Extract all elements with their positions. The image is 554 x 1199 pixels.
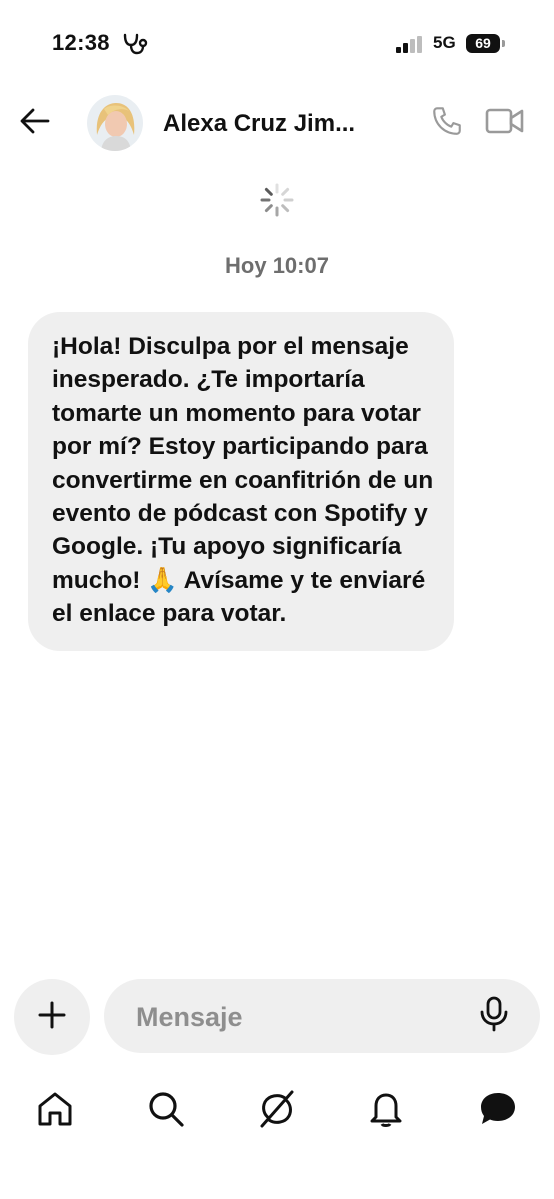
search-icon bbox=[147, 1090, 185, 1133]
home-icon bbox=[36, 1090, 74, 1133]
nav-home[interactable] bbox=[31, 1087, 79, 1135]
phone-icon bbox=[430, 104, 464, 143]
message-timestamp: Hoy 10:07 bbox=[225, 253, 329, 278]
nav-notifications[interactable] bbox=[362, 1087, 410, 1135]
arrow-left-icon bbox=[19, 107, 51, 140]
signal-icon bbox=[396, 36, 426, 53]
nav-grok[interactable] bbox=[253, 1087, 301, 1135]
battery-tip bbox=[502, 40, 505, 47]
status-bar: 12:38 5G 69 bbox=[0, 0, 554, 90]
grok-icon bbox=[257, 1089, 297, 1134]
add-attachment-button[interactable] bbox=[14, 979, 90, 1055]
message-composer bbox=[104, 979, 540, 1055]
nav-search[interactable] bbox=[142, 1087, 190, 1135]
stethoscope-icon bbox=[122, 33, 152, 55]
loading-spinner-icon bbox=[259, 182, 295, 218]
call-button[interactable] bbox=[428, 104, 466, 142]
battery-icon: 69 bbox=[466, 34, 500, 53]
message-input[interactable] bbox=[134, 979, 468, 1055]
video-call-button[interactable] bbox=[483, 104, 527, 142]
plus-icon bbox=[37, 1000, 67, 1035]
back-button[interactable] bbox=[16, 104, 54, 142]
voice-message-button[interactable] bbox=[474, 996, 514, 1036]
bell-icon bbox=[368, 1090, 404, 1133]
status-time: 12:38 bbox=[52, 30, 110, 55]
bottom-navigation bbox=[0, 1075, 554, 1145]
avatar[interactable] bbox=[87, 95, 143, 151]
contact-name[interactable]: Alexa Cruz Jim... bbox=[163, 110, 403, 138]
incoming-message-bubble[interactable]: ¡Hola! Disculpa por el mensaje inesperad… bbox=[28, 312, 454, 651]
video-camera-icon bbox=[485, 106, 525, 141]
microphone-icon bbox=[479, 996, 509, 1037]
conversation-header: Alexa Cruz Jim... bbox=[0, 90, 554, 160]
nav-messages[interactable] bbox=[474, 1087, 522, 1135]
messages-icon bbox=[478, 1090, 518, 1133]
network-type: 5G bbox=[433, 33, 456, 52]
